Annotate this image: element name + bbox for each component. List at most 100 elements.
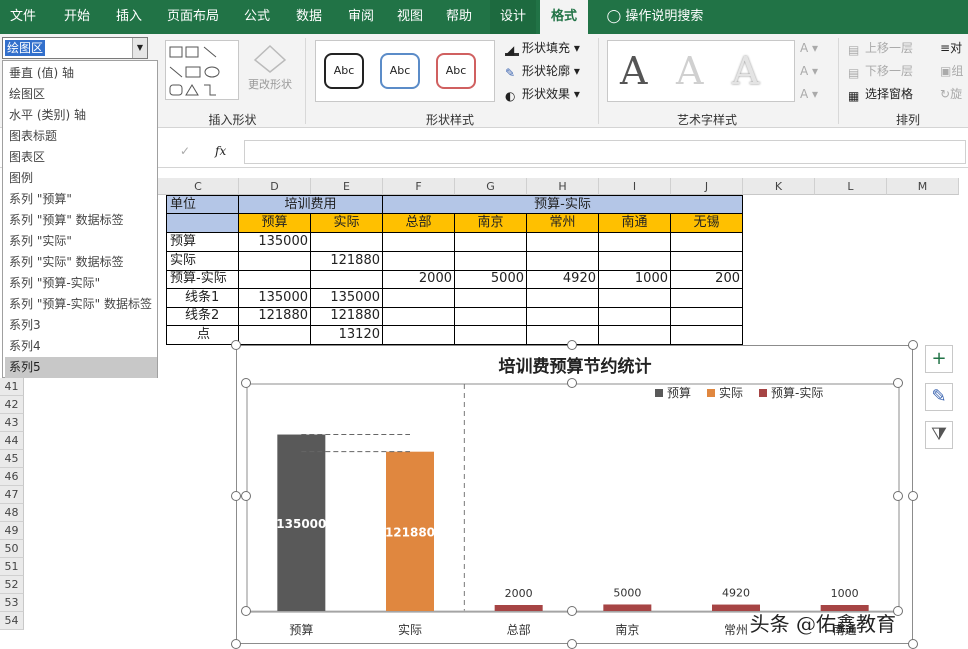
resize-handle[interactable]	[567, 606, 577, 616]
chevron-down-icon[interactable]: ▼	[132, 38, 147, 58]
dropdown-item[interactable]: 系列4	[5, 336, 157, 357]
table-cell[interactable]	[527, 288, 599, 308]
text-fill-button[interactable]: A ▾	[800, 40, 818, 56]
table-cell[interactable]	[383, 288, 455, 308]
tab-format[interactable]: 格式	[540, 0, 588, 34]
header-training-cost[interactable]: 培训费用	[239, 195, 383, 214]
header-cell[interactable]: 无锡	[671, 214, 743, 233]
row-header[interactable]: 41	[0, 378, 24, 396]
column-header[interactable]: K	[743, 178, 815, 195]
resize-handle[interactable]	[908, 639, 918, 649]
table-cell[interactable]	[455, 233, 527, 252]
header-budget-minus-actual[interactable]: 预算-实际	[383, 195, 743, 214]
table-cell[interactable]	[383, 251, 455, 271]
dropdown-item[interactable]: 图表区	[5, 147, 157, 168]
tell-me-search[interactable]: ◯ 操作说明搜索	[600, 0, 710, 34]
table-cell[interactable]	[599, 251, 671, 271]
dropdown-item[interactable]: 系列 "预算-实际"	[5, 273, 157, 294]
tab-design[interactable]: 设计	[490, 0, 536, 34]
column-header[interactable]: F	[383, 178, 455, 195]
table-cell[interactable]	[671, 233, 743, 252]
dropdown-item[interactable]: 垂直 (值) 轴	[5, 63, 157, 84]
row-header[interactable]: 43	[0, 414, 24, 432]
resize-handle[interactable]	[908, 340, 918, 350]
table-cell[interactable]	[455, 307, 527, 326]
table-cell[interactable]	[383, 233, 455, 252]
change-shape-button[interactable]: 更改形状	[242, 44, 298, 92]
resize-handle[interactable]	[241, 606, 251, 616]
tab-help[interactable]: 帮助	[436, 0, 482, 34]
table-cell[interactable]	[311, 233, 383, 252]
row-header[interactable]: 48	[0, 504, 24, 522]
rotate-button[interactable]: ↻旋	[940, 86, 962, 102]
row-header[interactable]: 54	[0, 612, 24, 630]
text-outline-button[interactable]: A ▾	[800, 63, 818, 79]
resize-handle[interactable]	[567, 639, 577, 649]
header-cell[interactable]: 预算	[239, 214, 311, 233]
table-cell[interactable]: 13120	[311, 325, 383, 345]
formula-input[interactable]	[244, 140, 966, 164]
table-cell[interactable]: 135000	[239, 233, 311, 252]
table-cell[interactable]	[599, 233, 671, 252]
table-cell[interactable]	[527, 251, 599, 271]
row-header[interactable]: 51	[0, 558, 24, 576]
header-cell[interactable]: 实际	[311, 214, 383, 233]
table-cell[interactable]	[527, 325, 599, 345]
table-cell[interactable]: 2000	[383, 270, 455, 289]
header-cell[interactable]: 南京	[455, 214, 527, 233]
confirm-icon[interactable]: ✓	[180, 144, 190, 158]
table-cell[interactable]	[527, 307, 599, 326]
resize-handle[interactable]	[231, 639, 241, 649]
column-header[interactable]: M	[887, 178, 959, 195]
column-header[interactable]: H	[527, 178, 599, 195]
resize-handle[interactable]	[231, 340, 241, 350]
header-blank-cell[interactable]	[166, 214, 239, 233]
header-cell[interactable]: 常州	[527, 214, 599, 233]
header-cell[interactable]: 南通	[599, 214, 671, 233]
table-cell[interactable]	[671, 307, 743, 326]
dropdown-item[interactable]: 图表标题	[5, 126, 157, 147]
tab-view[interactable]: 视图	[390, 0, 430, 34]
header-unit[interactable]: 单位	[166, 195, 239, 214]
resize-handle[interactable]	[893, 378, 903, 388]
column-header[interactable]: C	[158, 178, 239, 195]
function-icon[interactable]: fx	[215, 144, 226, 158]
add-chart-element-button[interactable]: +	[925, 345, 953, 373]
row-label[interactable]: 预算	[166, 233, 239, 252]
table-cell[interactable]	[455, 251, 527, 271]
table-cell[interactable]: 121880	[311, 251, 383, 271]
tab-review[interactable]: 审阅	[338, 0, 384, 34]
table-cell[interactable]	[383, 325, 455, 345]
table-cell[interactable]	[671, 325, 743, 345]
table-cell[interactable]: 1000	[599, 270, 671, 289]
table-cell[interactable]	[239, 270, 311, 289]
name-box[interactable]: 绘图区 ▼	[2, 37, 148, 59]
row-header[interactable]: 42	[0, 396, 24, 414]
resize-handle[interactable]	[567, 340, 577, 350]
dropdown-item[interactable]: 系列 "实际" 数据标签	[5, 252, 157, 273]
resize-handle[interactable]	[567, 378, 577, 388]
row-header[interactable]: 53	[0, 594, 24, 612]
group-button[interactable]: ▣组	[940, 63, 963, 79]
table-cell[interactable]	[383, 307, 455, 326]
row-header[interactable]: 52	[0, 576, 24, 594]
row-header[interactable]: 47	[0, 486, 24, 504]
align-button[interactable]: ≡对	[940, 40, 962, 56]
resize-handle[interactable]	[893, 491, 903, 501]
shape-fill-button[interactable]: ◢ 形状填充 ▾	[505, 40, 580, 57]
shape-outline-button[interactable]: ✎ 形状轮廓 ▾	[505, 63, 580, 80]
table-cell[interactable]: 121880	[239, 307, 311, 326]
row-label[interactable]: 线条2	[166, 307, 239, 326]
name-box-value[interactable]: 绘图区	[5, 40, 46, 56]
dropdown-item[interactable]: 系列 "实际"	[5, 231, 157, 252]
column-header[interactable]: J	[671, 178, 743, 195]
column-header[interactable]: G	[455, 178, 527, 195]
dropdown-item[interactable]: 系列3	[5, 315, 157, 336]
dropdown-item[interactable]: 系列 "预算"	[5, 189, 157, 210]
table-cell[interactable]	[599, 307, 671, 326]
table-cell[interactable]: 121880	[311, 307, 383, 326]
table-cell[interactable]: 135000	[311, 288, 383, 308]
wordart-style-3[interactable]: A	[732, 47, 759, 95]
dropdown-item[interactable]: 绘图区	[5, 84, 157, 105]
style-abc-red[interactable]: Abc	[436, 53, 476, 89]
